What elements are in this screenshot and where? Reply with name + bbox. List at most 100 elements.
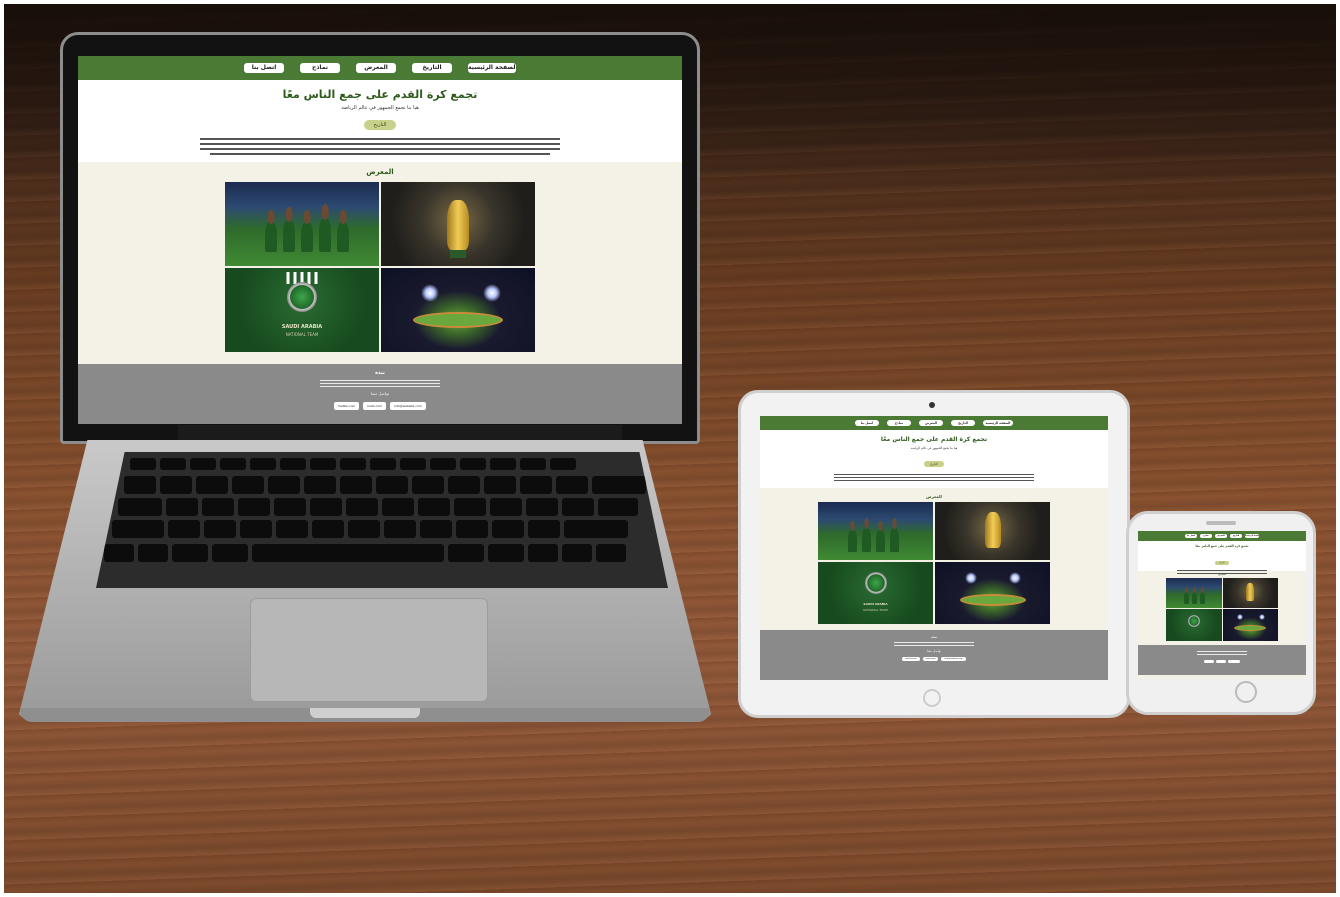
tablet-logo-title: SAUDI ARABIA bbox=[863, 602, 888, 606]
phone-footer-link[interactable] bbox=[1216, 660, 1226, 663]
keyboard-key bbox=[160, 458, 186, 470]
tablet-footer-link-twitter[interactable]: twitter.com bbox=[902, 657, 920, 661]
footer-link-instagram[interactable]: insta.com bbox=[363, 402, 387, 410]
keyboard-key bbox=[202, 498, 234, 516]
phone-nav-forms-button[interactable]: نماذج bbox=[1200, 534, 1212, 538]
tablet-hero-title: تجمع كرة القدم على جمع الناس معًا bbox=[880, 436, 988, 443]
tablet-footer-contact-title: تواصل معنا bbox=[927, 649, 941, 653]
footer-link-email[interactable]: info@website.com bbox=[390, 402, 426, 410]
nav-forms-button[interactable]: نماذج bbox=[300, 63, 340, 73]
keyboard-key bbox=[310, 458, 336, 470]
player-figure bbox=[890, 528, 899, 552]
tablet-footer-title: نبذة bbox=[931, 635, 937, 639]
phone-footer-link[interactable] bbox=[1228, 660, 1240, 663]
phone-nav-history-button[interactable]: التاريخ bbox=[1230, 534, 1242, 538]
tablet-nav-forms-button[interactable]: نماذج bbox=[887, 420, 911, 426]
player-figure bbox=[1184, 592, 1189, 604]
tablet-history-button[interactable]: التاريخ bbox=[924, 461, 944, 467]
tablet-nav-gallery-button[interactable]: المعرض bbox=[919, 420, 943, 426]
saudi-logo-icon bbox=[287, 282, 317, 312]
keyboard-key bbox=[382, 498, 414, 516]
keyboard-key bbox=[348, 520, 380, 538]
floodlight bbox=[421, 284, 439, 302]
gallery-grid: SAUDI ARABIA NATIONAL TEAM bbox=[225, 182, 535, 352]
floodlight bbox=[1009, 572, 1021, 584]
phone-footer-link[interactable] bbox=[1204, 660, 1214, 663]
keyboard-key bbox=[400, 458, 426, 470]
keyboard-key bbox=[138, 544, 168, 562]
nav-history-button[interactable]: التاريخ bbox=[412, 63, 452, 73]
tablet-footer-link-instagram[interactable]: insta.com bbox=[922, 657, 939, 661]
keyboard-key bbox=[212, 544, 248, 562]
tablet-gallery-image-logo[interactable]: SAUDI ARABIA NATIONAL TEAM bbox=[818, 562, 933, 624]
nav-gallery-button[interactable]: المعرض bbox=[356, 63, 396, 73]
tablet-camera bbox=[929, 402, 935, 408]
player-figure bbox=[876, 530, 885, 552]
tablet-gallery-image-trophy[interactable] bbox=[935, 502, 1050, 560]
keyboard-key bbox=[220, 458, 246, 470]
site-nav: الصفحة الرئيسية التاريخ المعرض نماذج اتص… bbox=[78, 56, 682, 80]
keyboard-key bbox=[240, 520, 272, 538]
keyboard-key bbox=[596, 544, 626, 562]
phone-hero-section: تجمع كرة القدم على جمع الناس معًا التاري… bbox=[1138, 541, 1306, 574]
nav-home-button[interactable]: الصفحة الرئيسية bbox=[468, 63, 516, 73]
keyboard-key bbox=[370, 458, 396, 470]
player-figure bbox=[1200, 592, 1205, 604]
tablet-nav-history-button[interactable]: التاريخ bbox=[951, 420, 975, 426]
phone-hero-paragraph-line bbox=[1177, 570, 1267, 571]
phone-history-button[interactable]: التاريخ bbox=[1215, 561, 1229, 565]
keyboard-key bbox=[384, 520, 416, 538]
keyboard-key bbox=[118, 498, 162, 516]
tablet-footer-link-email[interactable]: info@website.com bbox=[941, 657, 966, 661]
tablet-screen: الصفحة الرئيسية التاريخ المعرض نماذج اتص… bbox=[760, 416, 1108, 680]
keyboard-key bbox=[376, 476, 408, 494]
footer-link-twitter[interactable]: twitter.com bbox=[334, 402, 360, 410]
player-figure bbox=[319, 218, 331, 252]
keyboard-key bbox=[346, 498, 378, 516]
keyboard-key bbox=[168, 520, 200, 538]
keyboard-key bbox=[448, 476, 480, 494]
phone-nav-contact-button[interactable]: اتصل بنا bbox=[1185, 534, 1197, 538]
tablet-hero-subtitle: هيا بنا نجمع الجمهور في عالم الرياضة bbox=[910, 446, 958, 450]
tablet-gallery-title: المعرض bbox=[926, 494, 942, 499]
phone-gallery-image-team[interactable] bbox=[1166, 578, 1222, 608]
footer-text-line bbox=[320, 380, 440, 381]
keyboard-key bbox=[564, 520, 628, 538]
phone-nav-home-button[interactable]: الصفحة الرئيسية bbox=[1245, 534, 1259, 538]
pitch-shape bbox=[413, 312, 503, 328]
laptop-keyboard bbox=[96, 452, 668, 588]
phone-gallery-image-logo[interactable] bbox=[1166, 609, 1222, 641]
hero-section: تجمع كرة القدم على جمع الناس معًا هيا بن… bbox=[78, 80, 682, 162]
keyboard-key bbox=[268, 476, 300, 494]
tablet-gallery-image-team[interactable] bbox=[818, 502, 933, 560]
hero-paragraph-line bbox=[200, 143, 560, 145]
gallery-image-logo[interactable]: SAUDI ARABIA NATIONAL TEAM bbox=[225, 268, 379, 352]
gallery-image-stadium[interactable] bbox=[381, 268, 535, 352]
saudi-logo-icon bbox=[864, 572, 887, 594]
laptop-screen: الصفحة الرئيسية التاريخ المعرض نماذج اتص… bbox=[78, 56, 682, 424]
keyboard-key bbox=[528, 544, 558, 562]
tablet-gallery-image-stadium[interactable] bbox=[935, 562, 1050, 624]
tablet-nav-contact-button[interactable]: اتصل بنا bbox=[855, 420, 879, 426]
phone-gallery-image-stadium[interactable] bbox=[1222, 609, 1278, 641]
keyboard-key bbox=[276, 520, 308, 538]
phone-gallery-image-trophy[interactable] bbox=[1222, 578, 1278, 608]
keyboard-key bbox=[490, 458, 516, 470]
keyboard-key bbox=[124, 476, 156, 494]
footer-text-line bbox=[894, 642, 974, 643]
keyboard-key bbox=[238, 498, 270, 516]
phone-home-button bbox=[1235, 681, 1257, 703]
tablet-footer-links: twitter.com insta.com info@website.com bbox=[760, 657, 1108, 661]
nav-contact-button[interactable]: اتصل بنا bbox=[244, 63, 284, 73]
logo-title: SAUDI ARABIA bbox=[281, 324, 323, 330]
tablet-hero-paragraph-line bbox=[834, 474, 1034, 475]
trophy-icon bbox=[984, 512, 1001, 548]
gallery-image-team[interactable] bbox=[225, 182, 379, 266]
phone-nav-gallery-button[interactable]: المعرض bbox=[1215, 534, 1227, 538]
history-button[interactable]: التاريخ bbox=[363, 120, 397, 130]
gallery-image-trophy[interactable] bbox=[381, 182, 535, 266]
keyboard-key bbox=[166, 498, 198, 516]
tablet-nav-home-button[interactable]: الصفحة الرئيسية bbox=[983, 420, 1013, 426]
keyboard-key bbox=[454, 498, 486, 516]
footer-text-line bbox=[1197, 651, 1247, 652]
